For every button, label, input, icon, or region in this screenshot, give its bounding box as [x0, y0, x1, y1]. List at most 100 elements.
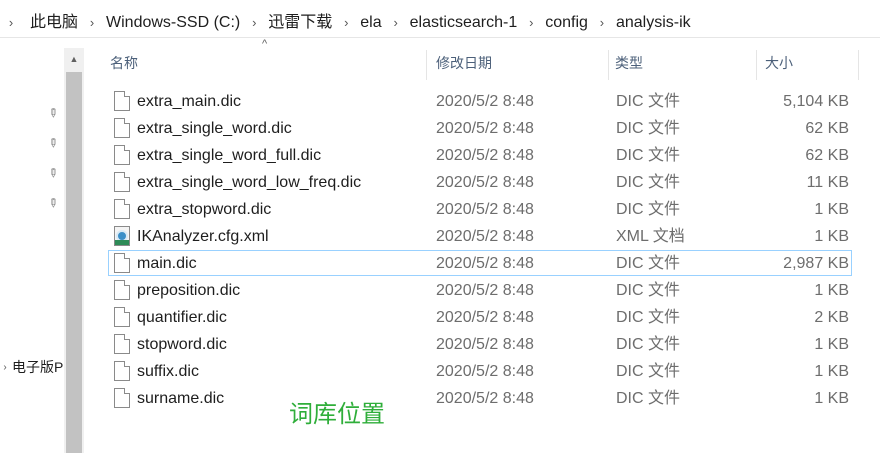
- file-row[interactable]: preposition.dic 2020/5/2 8:48 DIC 文件 1 K…: [108, 277, 852, 303]
- file-name: main.dic: [137, 255, 197, 272]
- file-row[interactable]: extra_single_word_full.dic 2020/5/2 8:48…: [108, 142, 852, 168]
- file-name: IKAnalyzer.cfg.xml: [137, 228, 269, 245]
- file-name: surname.dic: [137, 390, 225, 407]
- file-size: 1 KB: [814, 282, 849, 299]
- file-type: DIC 文件: [616, 147, 681, 164]
- chevron-right-icon[interactable]: ›: [0, 362, 10, 373]
- column-headers: ^ 名称 修改日期 类型 大小: [96, 38, 880, 80]
- file-row[interactable]: extra_single_word_low_freq.dic 2020/5/2 …: [108, 169, 852, 195]
- file-date: 2020/5/2 8:48: [436, 147, 534, 164]
- column-header-size[interactable]: 大小: [751, 46, 851, 80]
- file-row[interactable]: stopword.dic 2020/5/2 8:48 DIC 文件 1 KB: [108, 331, 852, 357]
- file-size: 1 KB: [814, 228, 849, 245]
- file-size: 1 KB: [814, 390, 849, 407]
- file-type: DIC 文件: [616, 93, 681, 110]
- chevron-right-icon[interactable]: ›: [525, 8, 537, 38]
- breadcrumb-item[interactable]: 迅雷下载: [260, 8, 340, 38]
- breadcrumb-item[interactable]: config: [537, 8, 596, 38]
- file-date: 2020/5/2 8:48: [436, 120, 534, 137]
- file-icon: [114, 172, 130, 192]
- file-name: extra_stopword.dic: [137, 201, 272, 218]
- file-size: 62 KB: [805, 120, 849, 137]
- file-size: 2 KB: [814, 309, 849, 326]
- file-date: 2020/5/2 8:48: [436, 228, 534, 245]
- scroll-thumb[interactable]: [66, 72, 82, 453]
- column-header-type[interactable]: 类型: [601, 46, 751, 80]
- file-date: 2020/5/2 8:48: [436, 336, 534, 353]
- file-name: preposition.dic: [137, 282, 241, 299]
- file-name: extra_main.dic: [137, 93, 242, 110]
- file-type: DIC 文件: [616, 309, 681, 326]
- breadcrumb-item[interactable]: elasticsearch-1: [402, 8, 526, 38]
- file-icon: [114, 334, 130, 354]
- breadcrumb: › 此电脑 › Windows-SSD (C:) › 迅雷下载 › ela › …: [0, 8, 880, 38]
- chevron-right-icon[interactable]: ›: [86, 8, 98, 38]
- file-row[interactable]: surname.dic 2020/5/2 8:48 DIC 文件 1 KB: [108, 385, 852, 411]
- file-row[interactable]: extra_stopword.dic 2020/5/2 8:48 DIC 文件 …: [108, 196, 852, 222]
- file-size: 1 KB: [814, 201, 849, 218]
- chevron-right-icon[interactable]: ›: [248, 8, 260, 38]
- xml-file-icon: [114, 226, 130, 246]
- breadcrumb-item[interactable]: Windows-SSD (C:): [98, 8, 248, 38]
- file-type: DIC 文件: [616, 390, 681, 407]
- file-size: 2,987 KB: [783, 255, 849, 272]
- file-type: DIC 文件: [616, 201, 681, 218]
- pin-icon: ✎: [44, 194, 62, 212]
- file-size: 1 KB: [814, 336, 849, 353]
- file-row[interactable]: main.dic 2020/5/2 8:48 DIC 文件 2,987 KB: [108, 250, 852, 276]
- file-size: 5,104 KB: [783, 93, 849, 110]
- file-row[interactable]: quantifier.dic 2020/5/2 8:48 DIC 文件 2 KB: [108, 304, 852, 330]
- file-row[interactable]: IKAnalyzer.cfg.xml 2020/5/2 8:48 XML 文档 …: [108, 223, 852, 249]
- nav-item-device[interactable]: › 电子版P: [0, 357, 63, 377]
- column-divider[interactable]: [858, 50, 859, 80]
- file-date: 2020/5/2 8:48: [436, 282, 534, 299]
- scroll-up-arrow-icon[interactable]: ▲: [64, 48, 84, 70]
- file-type: XML 文档: [616, 228, 685, 245]
- pin-icon: ✎: [44, 104, 62, 122]
- chevron-right-icon[interactable]: ›: [340, 8, 352, 38]
- file-icon: [114, 91, 130, 111]
- file-type: DIC 文件: [616, 336, 681, 353]
- file-type: DIC 文件: [616, 255, 681, 272]
- file-name: extra_single_word_low_freq.dic: [137, 174, 362, 191]
- file-name: extra_single_word_full.dic: [137, 147, 322, 164]
- file-date: 2020/5/2 8:48: [436, 390, 534, 407]
- file-date: 2020/5/2 8:48: [436, 255, 534, 272]
- column-header-date[interactable]: 修改日期: [422, 46, 602, 80]
- column-header-name[interactable]: 名称: [96, 46, 426, 80]
- breadcrumb-item[interactable]: 此电脑: [22, 8, 86, 38]
- file-name: suffix.dic: [137, 363, 199, 380]
- file-size: 62 KB: [805, 147, 849, 164]
- file-icon: [114, 361, 130, 381]
- address-bar[interactable]: › 此电脑 › Windows-SSD (C:) › 迅雷下载 › ela › …: [0, 0, 880, 44]
- file-name: quantifier.dic: [137, 309, 227, 326]
- file-icon: [114, 280, 130, 300]
- file-row[interactable]: suffix.dic 2020/5/2 8:48 DIC 文件 1 KB: [108, 358, 852, 384]
- file-icon: [114, 307, 130, 327]
- file-name: extra_single_word.dic: [137, 120, 292, 137]
- file-icon: [114, 253, 130, 273]
- pin-icon: ✎: [44, 134, 62, 152]
- file-date: 2020/5/2 8:48: [436, 93, 534, 110]
- file-type: DIC 文件: [616, 363, 681, 380]
- file-type: DIC 文件: [616, 120, 681, 137]
- file-date: 2020/5/2 8:48: [436, 309, 534, 326]
- chevron-right-icon[interactable]: ›: [596, 8, 608, 38]
- file-row[interactable]: extra_single_word.dic 2020/5/2 8:48 DIC …: [108, 115, 852, 141]
- file-name: stopword.dic: [137, 336, 227, 353]
- breadcrumb-item[interactable]: analysis-ik: [608, 8, 699, 38]
- file-type: DIC 文件: [616, 282, 681, 299]
- file-date: 2020/5/2 8:48: [436, 363, 534, 380]
- chevron-right-icon[interactable]: ›: [390, 8, 402, 38]
- chevron-right-icon[interactable]: ›: [0, 8, 22, 38]
- file-icon: [114, 199, 130, 219]
- file-size: 1 KB: [814, 363, 849, 380]
- file-row[interactable]: extra_main.dic 2020/5/2 8:48 DIC 文件 5,10…: [108, 88, 852, 114]
- pin-icon: ✎: [44, 164, 62, 182]
- nav-item-label: 电子版P: [12, 359, 64, 375]
- file-icon: [114, 145, 130, 165]
- file-icon: [114, 118, 130, 138]
- breadcrumb-item[interactable]: ela: [352, 8, 389, 38]
- file-size: 11 KB: [806, 174, 849, 191]
- nav-scrollbar[interactable]: ▲: [64, 48, 84, 453]
